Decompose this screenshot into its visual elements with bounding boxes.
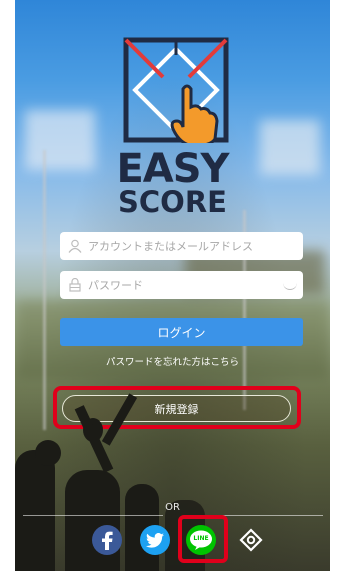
account-input[interactable] xyxy=(86,233,290,259)
login-screen: EASY SCORE ログイン パスワードを忘れた方はこちら 新規登録 OR xyxy=(15,0,330,571)
lock-icon xyxy=(69,278,81,292)
password-input[interactable] xyxy=(86,272,290,298)
login-button[interactable]: ログイン xyxy=(60,318,303,346)
brand-title-line2: SCORE xyxy=(118,185,227,219)
divider-left xyxy=(23,515,163,516)
forgot-password-link[interactable]: パスワードを忘れた方はこちら xyxy=(15,354,330,368)
password-field[interactable] xyxy=(60,271,303,299)
crowd-silhouette xyxy=(35,440,61,466)
highlight-frame-line xyxy=(178,515,228,563)
or-divider-label: OR xyxy=(165,502,180,513)
facebook-icon xyxy=(102,531,113,550)
show-password-icon[interactable] xyxy=(283,279,297,290)
easy-score-logo xyxy=(123,37,229,143)
twitter-icon xyxy=(146,532,164,548)
user-icon xyxy=(68,239,82,253)
other-login-icon xyxy=(239,528,263,552)
account-field[interactable] xyxy=(60,232,303,260)
twitter-login-button[interactable] xyxy=(140,525,170,555)
crowd-silhouette xyxy=(65,470,120,571)
other-login-button[interactable] xyxy=(236,525,266,555)
facebook-login-button[interactable] xyxy=(92,525,122,555)
